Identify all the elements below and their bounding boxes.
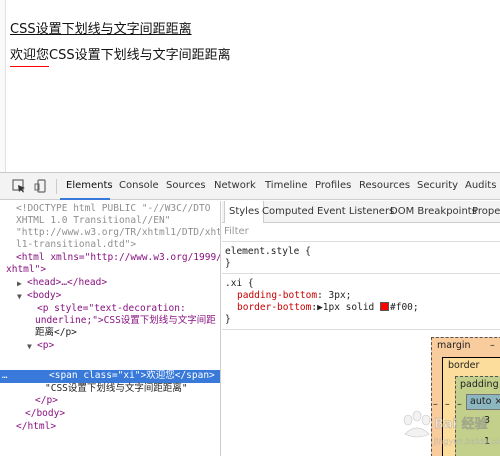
element-style-close: } <box>225 258 231 269</box>
tabbar-divider <box>56 179 57 194</box>
subtab-properties[interactable]: Prope <box>472 206 500 217</box>
box-model-border-label: border <box>448 360 480 371</box>
subtab-styles[interactable]: Styles <box>224 201 265 223</box>
subtab-event-listeners[interactable]: Event Listeners <box>317 206 394 217</box>
tab-timeline[interactable]: Timeline <box>265 180 308 191</box>
p1-line-1[interactable]: <p style="text-decoration: <box>37 303 186 316</box>
collapse-body-icon[interactable]: ▼ <box>17 291 22 304</box>
xi-rule-selector[interactable]: .xi { <box>225 278 254 289</box>
span-paragraph-text: CSS设置下划线与文字间距距离 <box>49 48 231 63</box>
padding-bottom-prop[interactable]: padding-bottom <box>237 290 317 301</box>
tab-sources[interactable]: Sources <box>166 180 206 191</box>
tab-elements[interactable]: Elements <box>66 180 113 191</box>
body-open-tag[interactable]: <body> <box>27 290 61 303</box>
active-tab-indicator <box>60 198 110 200</box>
svg-text:Bai 经验: Bai 经验 <box>434 416 489 432</box>
xi-span: 欢迎您 <box>10 48 50 67</box>
subtab-computed[interactable]: Computed <box>262 206 314 217</box>
p1-line-3[interactable]: 距离</p> <box>35 327 77 340</box>
xi-rule-close: } <box>225 314 231 325</box>
box-model-padding-label: padding <box>460 379 499 390</box>
padding-bottom-value[interactable]: : 3px; <box>317 290 351 301</box>
html-close-tag[interactable]: </html> <box>16 421 56 434</box>
head-node[interactable]: <head>…</head> <box>27 277 107 290</box>
xi-padding-bottom-decl[interactable]: padding-bottom: 3px; <box>237 290 351 301</box>
selected-span-row[interactable]: … <span class="xi">欢迎您</span> = <box>0 370 220 383</box>
device-mode-icon[interactable] <box>34 179 48 193</box>
tab-network[interactable]: Network <box>214 180 256 191</box>
border-bottom-value-a[interactable]: :▶1px solid <box>311 302 380 313</box>
doctype-line-2[interactable]: XHTML 1.0 Transitional//EN" <box>16 215 170 228</box>
element-style-selector[interactable]: element.style { <box>225 246 311 257</box>
elements-dom-tree: <!DOCTYPE html PUBLIC "-//W3C//DTO XHTML… <box>0 201 221 456</box>
border-bottom-value-b[interactable]: #f00; <box>390 302 419 313</box>
doctype-line-3[interactable]: "http://www.w3.org/TR/xhtml1/DTD/xhtm <box>16 227 220 240</box>
text-node[interactable]: "CSS设置下划线与文字间距距离" <box>45 383 188 396</box>
p2-close-tag[interactable]: </p> <box>35 395 58 408</box>
html-open-tag-cont[interactable]: xhtml"> <box>6 264 46 277</box>
tab-resources[interactable]: Resources <box>359 180 410 191</box>
styles-filter-input[interactable]: Filter <box>224 226 249 237</box>
box-model-margin-label: margin <box>437 340 471 351</box>
expand-head-icon[interactable]: ▶ <box>17 278 22 291</box>
collapse-p2-icon[interactable]: ▼ <box>27 341 32 354</box>
selected-span-node[interactable]: <span class="xi">欢迎您</span> = <box>49 370 220 383</box>
p1-line-2[interactable]: underline;">CSS设置下划线与文字间距 <box>35 315 216 328</box>
body-close-tag[interactable]: </body> <box>25 408 65 421</box>
page-left-strip <box>0 0 6 172</box>
color-swatch-icon[interactable] <box>380 302 389 311</box>
inspect-element-icon[interactable] <box>12 179 26 193</box>
tab-console[interactable]: Console <box>119 180 159 191</box>
devtools-tabbar: Elements Console Sources Network Timelin… <box>0 173 500 200</box>
span-paragraph: 欢迎您CSS设置下划线与文字间距距离 <box>10 44 231 67</box>
baidu-jingyan-watermark: Bai 经验 jingyan.baidu.com <box>403 410 500 446</box>
underlined-paragraph: CSS设置下划线与文字间距距离 <box>10 22 192 37</box>
doctype-line-1[interactable]: <!DOCTYPE html PUBLIC "-//W3C//DTO <box>16 203 210 216</box>
doctype-line-4[interactable]: l1-transitional.dtd"> <box>16 239 136 252</box>
tab-security[interactable]: Security <box>417 180 458 191</box>
filter-divider <box>222 241 500 242</box>
rule-divider <box>222 273 500 274</box>
styles-subtabs: Styles Computed Event Listeners DOM Brea… <box>222 201 500 223</box>
html-open-tag[interactable]: <html xmlns="http://www.w3.org/1999/ <box>16 252 220 265</box>
border-bottom-prop[interactable]: border-bottom <box>237 302 311 313</box>
p2-open-tag[interactable]: <p> <box>37 340 54 353</box>
rendered-page: CSS设置下划线与文字间距距离 欢迎您CSS设置下划线与文字间距距离 <box>0 0 500 172</box>
tab-audits[interactable]: Audits <box>465 180 496 191</box>
selected-row-dots-icon[interactable]: … <box>2 370 7 383</box>
tab-profiles[interactable]: Profiles <box>315 180 351 191</box>
subtab-dom-breakpoints[interactable]: DOM Breakpoints <box>390 206 477 217</box>
rule-divider-2 <box>222 329 500 330</box>
svg-text:jingyan.baidu.com: jingyan.baidu.com <box>433 437 500 446</box>
box-model-margin-top-value[interactable]: – <box>490 340 495 351</box>
xi-border-bottom-decl[interactable]: border-bottom:▶1px solid #f00; <box>237 302 419 313</box>
